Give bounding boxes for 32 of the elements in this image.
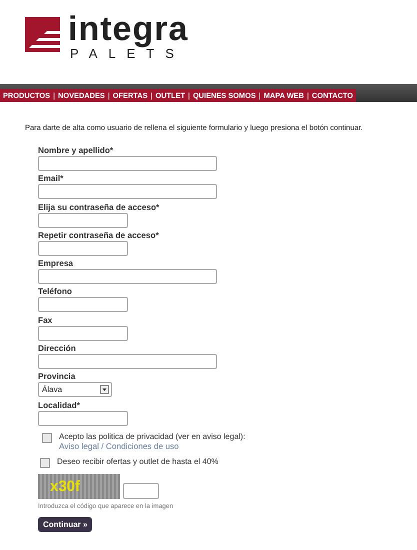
link-separator: /	[101, 440, 104, 451]
offers-text: Deseo recibir ofertas y outlet de hasta el 40%	[57, 456, 218, 466]
field-label: Teléfono	[38, 286, 73, 298]
checkbox[interactable]	[42, 432, 52, 443]
field-label: Fax	[38, 314, 54, 326]
privacy-text: Acepto las politica de privacidad (ver en aviso legal):	[59, 432, 246, 441]
text-field[interactable]	[38, 212, 128, 228]
field-label: Provincia	[38, 371, 76, 382]
terms-link[interactable]: Condiciones de uso	[106, 440, 179, 451]
captcha-image: x30f	[38, 474, 120, 499]
text-field[interactable]	[38, 156, 217, 171]
text-field[interactable]	[38, 240, 128, 256]
text-field[interactable]	[38, 354, 217, 370]
field-label: Nombre y apellido*	[38, 145, 114, 156]
text-field[interactable]	[38, 297, 128, 312]
field-label: Repetir contraseña de acceso*	[38, 230, 160, 241]
field-label: Elija su contraseña de acceso*	[38, 202, 160, 213]
field-label: Email*	[38, 173, 64, 184]
captcha-field[interactable]	[123, 482, 159, 499]
text-field[interactable]	[38, 184, 217, 200]
field-label: Empresa	[38, 258, 74, 270]
legal-link[interactable]: Aviso legal	[59, 440, 99, 451]
continue-button[interactable]: Continuar »	[38, 516, 92, 532]
logo-tagline: PALETS	[70, 46, 185, 61]
text-field[interactable]	[38, 269, 217, 284]
field-label: Dirección	[38, 343, 77, 354]
checkbox[interactable]	[40, 458, 50, 468]
province-dropdown[interactable]: Álava	[38, 382, 112, 398]
text-field[interactable]	[38, 410, 128, 426]
field-label: Localidad*	[38, 400, 81, 411]
logo-icon	[25, 17, 60, 52]
text-field[interactable]	[38, 326, 128, 341]
